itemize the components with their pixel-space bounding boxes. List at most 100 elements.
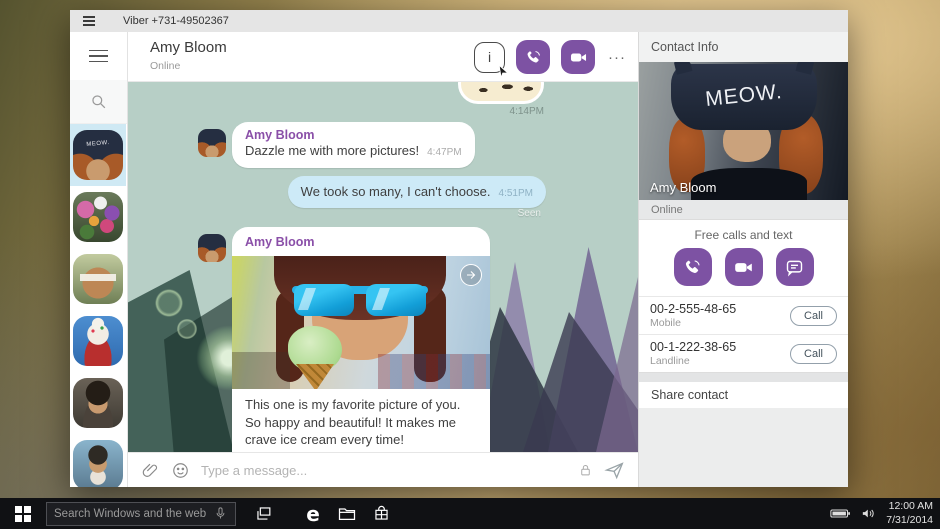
- photo-plaid-shirt: [378, 354, 490, 389]
- beanie-text: MEOW.: [86, 140, 110, 148]
- message-list: 4:14PM Amy Bloom Dazzle me with more pic…: [128, 82, 638, 452]
- contact-status: Online: [639, 200, 848, 220]
- chat-contact-name: Amy Bloom: [150, 39, 227, 56]
- free-calls-label: Free calls and text: [639, 220, 848, 242]
- titlebar-menu-icon[interactable]: [83, 16, 95, 26]
- sidebar-menu-button[interactable]: [70, 32, 127, 80]
- taskbar-search-input[interactable]: [54, 507, 213, 520]
- wallpaper-bokeh: [154, 288, 184, 318]
- message-text: We took so many, I can't choose.: [300, 184, 491, 199]
- attach-icon[interactable]: [141, 461, 160, 480]
- file-explorer-button[interactable]: [330, 498, 364, 529]
- photo-attachment[interactable]: [232, 256, 490, 389]
- phone-row-landline[interactable]: 00-1-222-38-65 Landline Call: [639, 334, 848, 372]
- phone-label: Mobile: [650, 317, 681, 329]
- sticker-message[interactable]: [458, 82, 544, 104]
- contact-item-amy-bloom[interactable]: MEOW.: [70, 124, 126, 186]
- panel-voice-call-button[interactable]: [673, 248, 712, 286]
- sidebar-search-button[interactable]: [70, 80, 127, 124]
- window-body: MEOW. Amy Bloom Online i ··· 4:14PM Amy …: [70, 32, 848, 487]
- avatar-man-sunglasses: [73, 254, 123, 304]
- store-button[interactable]: [364, 498, 398, 529]
- hamburger-icon: [89, 49, 108, 63]
- avatar-cupcake: [73, 316, 123, 366]
- send-icon[interactable]: [604, 460, 625, 481]
- contact-list: MEOW.: [70, 124, 126, 487]
- contact-action-buttons: [639, 242, 848, 296]
- photo-sunglasses: [292, 284, 428, 318]
- message-text: Dazzle me with more pictures!: [245, 143, 420, 158]
- mouse-cursor: [498, 63, 510, 78]
- wallpaper-bokeh: [176, 318, 198, 340]
- chat-header-buttons: i ···: [474, 32, 626, 82]
- call-landline-button[interactable]: Call: [790, 343, 837, 364]
- contact-beanie: MEOW.: [671, 62, 817, 130]
- voice-call-button[interactable]: [516, 40, 550, 74]
- clock-time: 12:00 AM: [888, 499, 933, 512]
- contact-name-overlay: Amy Bloom: [650, 180, 717, 195]
- taskbar-clock[interactable]: 12:00 AM 7/31/2014: [886, 500, 933, 527]
- contact-item-2[interactable]: [70, 186, 126, 248]
- video-icon: [735, 262, 752, 272]
- message-sender: Amy Bloom: [245, 128, 315, 142]
- photo-shadow: [232, 352, 290, 389]
- contact-item-3[interactable]: [70, 248, 126, 310]
- panel-divider: [639, 372, 848, 382]
- avatar-flowers: [73, 192, 123, 242]
- contact-info-title: Contact Info: [639, 32, 848, 62]
- info-button[interactable]: i: [474, 41, 510, 78]
- task-view-button[interactable]: [246, 498, 280, 529]
- viber-window: Viber +731-49502367 MEOW. Amy Bloom Onli…: [70, 10, 848, 487]
- message-time: 4:14PM: [509, 106, 544, 117]
- message-avatar: [198, 234, 226, 262]
- phone-row-mobile[interactable]: 00-2-555-48-65 Mobile Call: [639, 296, 848, 334]
- avatar-smiling-man: [73, 378, 123, 428]
- message-status: Seen: [517, 208, 541, 219]
- contact-item-6[interactable]: [70, 434, 126, 487]
- battery-icon[interactable]: [830, 508, 851, 519]
- phone-number: 00-2-555-48-65: [650, 302, 737, 316]
- edge-browser-button[interactable]: e: [296, 498, 330, 529]
- video-icon: [570, 53, 586, 61]
- window-titlebar: Viber +731-49502367: [70, 10, 848, 32]
- incoming-photo-message: Amy Bloom This one is my favorite pictur…: [232, 227, 490, 452]
- phone-label: Landline: [650, 355, 690, 367]
- message-time: 4:47PM: [427, 147, 462, 158]
- call-mobile-button[interactable]: Call: [790, 305, 837, 326]
- start-button[interactable]: [0, 498, 46, 529]
- panel-video-call-button[interactable]: [724, 248, 763, 286]
- desktop: Viber +731-49502367 MEOW. Amy Bloom Onli…: [0, 0, 940, 529]
- phone-icon: [527, 49, 540, 63]
- message-avatar: [198, 129, 226, 157]
- sidebar: MEOW.: [70, 32, 128, 487]
- taskbar-search[interactable]: [46, 501, 236, 526]
- emoji-icon[interactable]: [171, 461, 190, 480]
- share-contact-button[interactable]: Share contact: [639, 382, 848, 408]
- chat-header: Amy Bloom Online i ···: [128, 32, 638, 82]
- speaker-icon[interactable]: [860, 505, 877, 522]
- more-options-button[interactable]: ···: [608, 49, 626, 66]
- video-call-button[interactable]: [561, 40, 595, 74]
- message-text: This one is my favorite picture of you. …: [245, 397, 461, 448]
- contact-item-4[interactable]: [70, 310, 126, 372]
- contact-item-5[interactable]: [70, 372, 126, 434]
- contact-info-panel: Contact Info MEOW. Amy Bloom Online Free…: [638, 32, 848, 487]
- message-sender: Amy Bloom: [245, 235, 315, 249]
- outgoing-message: We took so many, I can't choose. 4:51PM: [287, 176, 546, 208]
- panel-message-button[interactable]: [775, 248, 814, 286]
- chat-contact-status: Online: [150, 60, 181, 72]
- phone-icon: [685, 258, 700, 273]
- avatar-guy: [73, 440, 123, 487]
- contact-photo[interactable]: MEOW. Amy Bloom: [639, 62, 848, 200]
- phone-number: 00-1-222-38-65: [650, 340, 737, 354]
- incoming-message: Amy Bloom Dazzle me with more pictures! 4…: [232, 122, 475, 168]
- avatar-amy-bloom: MEOW.: [73, 130, 123, 180]
- search-icon: [92, 95, 106, 109]
- microphone-icon[interactable]: [213, 506, 228, 521]
- photo-ice-cream-cone: [296, 364, 334, 389]
- forward-button[interactable]: [460, 264, 482, 286]
- windows-logo-icon: [15, 505, 31, 522]
- info-icon: i: [487, 49, 492, 65]
- message-input[interactable]: [201, 462, 567, 478]
- system-tray: 12:00 AM 7/31/2014: [830, 500, 940, 527]
